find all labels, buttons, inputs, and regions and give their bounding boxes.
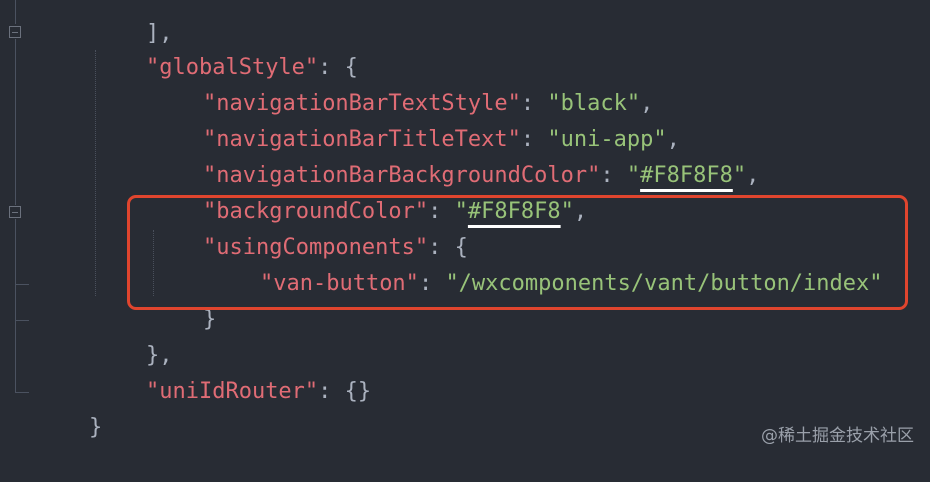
comma: , [746, 163, 760, 188]
fold-end-marker [15, 320, 29, 321]
colon: : [600, 163, 627, 188]
code-line-5: "navigationBarBackgroundColor": "#F8F8F8… [150, 122, 759, 188]
object-close: } [202, 307, 217, 332]
fold-collapse-icon[interactable] [9, 206, 21, 218]
code-line-12: } [36, 374, 102, 440]
fold-end-marker [15, 284, 29, 285]
fold-end-marker [15, 392, 29, 393]
json-key-uni-id-router: "uniIdRouter" [145, 379, 319, 404]
fold-guide-line [15, 0, 16, 24]
watermark: @稀土掘金技术社区 [761, 426, 914, 446]
quote: " [626, 163, 641, 188]
code-line-11: "uniIdRouter": {} [93, 338, 371, 404]
code-line-6: "backgroundColor": "#F8F8F8", [150, 158, 587, 224]
code-editor[interactable]: ], "globalStyle": { "navigationBarTextSt… [0, 0, 930, 460]
editor-gutter [0, 0, 40, 460]
code-line-3: "navigationBarTextStyle": "black", [150, 50, 653, 116]
json-value-color-underlined: #F8F8F8 [640, 163, 733, 188]
annotation-highlight-box [127, 195, 908, 310]
empty-object: : {} [318, 379, 372, 404]
root-close: } [88, 415, 103, 440]
quote: " [732, 163, 747, 188]
fold-guide-line [15, 219, 16, 392]
code-line-2: "globalStyle": { [93, 14, 358, 80]
code-line-4: "navigationBarTitleText": "uni-app", [150, 86, 680, 152]
fold-collapse-icon[interactable] [9, 26, 21, 38]
fold-guide-line [15, 39, 16, 205]
